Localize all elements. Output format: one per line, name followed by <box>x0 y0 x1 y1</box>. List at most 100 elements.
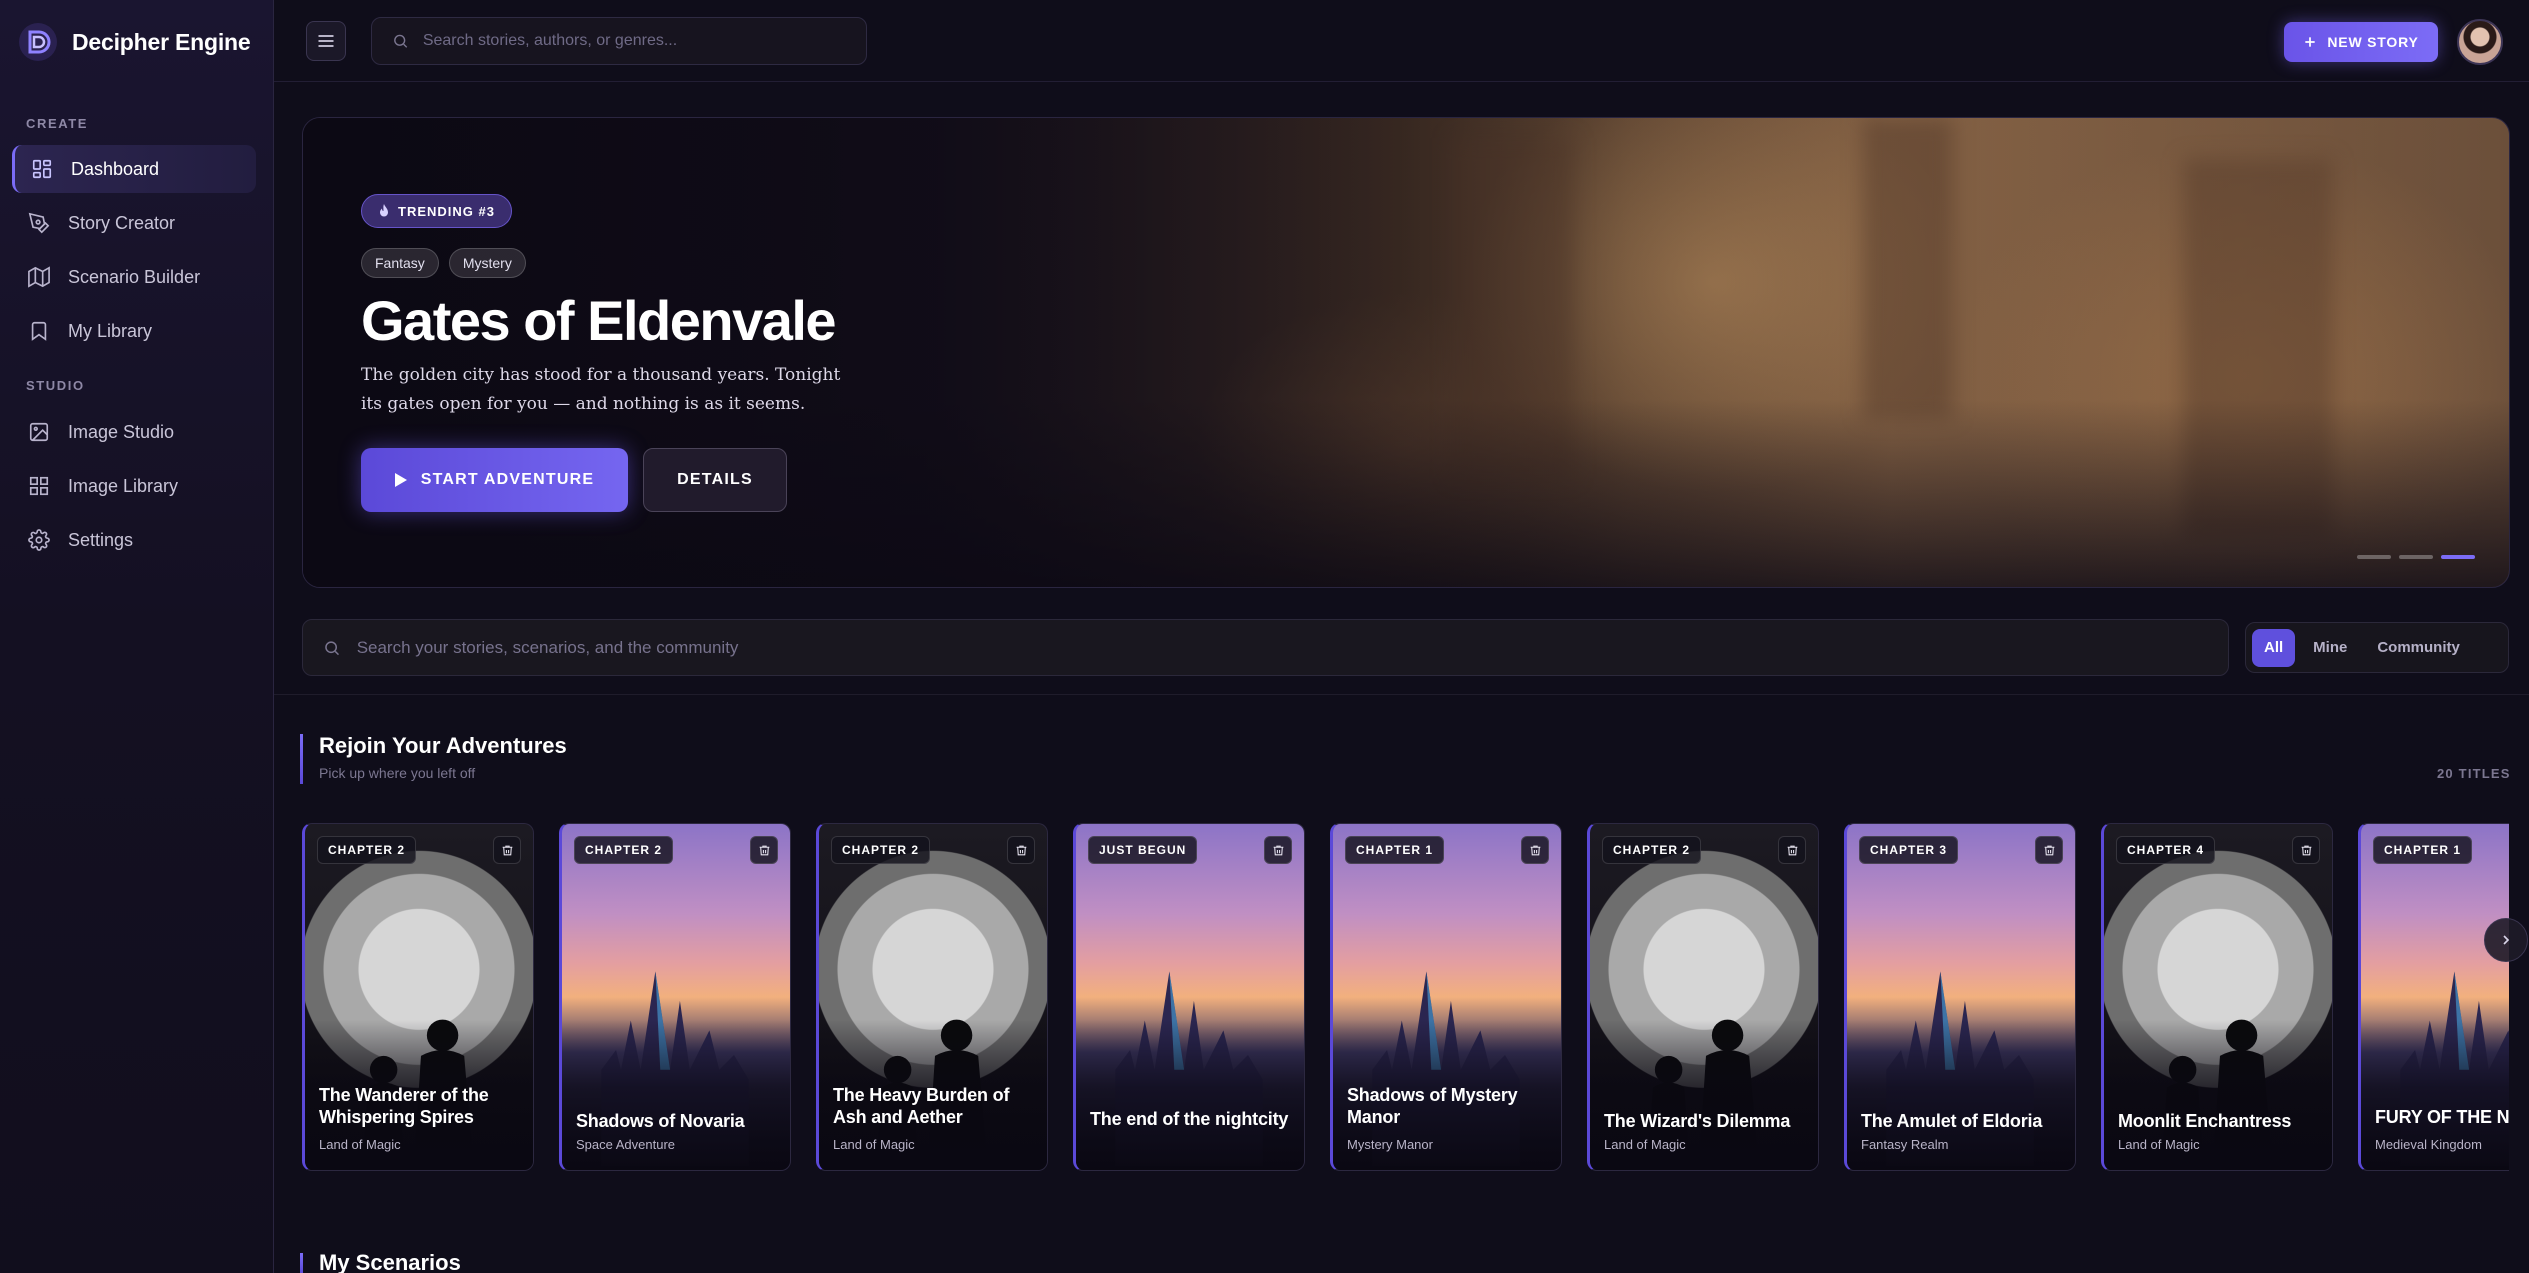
delete-button[interactable] <box>1521 836 1549 864</box>
card-title: Moonlit Enchantress <box>2118 1111 2292 1131</box>
delete-button[interactable] <box>2035 836 2063 864</box>
story-card[interactable]: CHAPTER 2 Shadows of Novaria Space Adven… <box>559 823 791 1171</box>
trash-icon <box>2301 845 2311 855</box>
sidebar-item-settings[interactable]: Settings <box>12 516 256 564</box>
user-avatar[interactable] <box>2457 19 2503 65</box>
play-icon <box>394 473 407 487</box>
section-accent-bar <box>300 1253 303 1273</box>
story-card[interactable]: CHAPTER 2 The Wanderer of the Whispering… <box>302 823 534 1171</box>
card-title: The Heavy Burden of Ash and Aether <box>833 1085 1010 1127</box>
chapter-badge: CHAPTER 2 <box>574 836 674 864</box>
card-world: Land of Magic <box>1604 1137 1686 1152</box>
sidebar-item-label: Dashboard <box>71 158 160 179</box>
genre-tag[interactable]: Mystery <box>448 248 526 278</box>
trash-icon <box>502 845 512 855</box>
brand[interactable]: Decipher Engine <box>18 22 251 62</box>
story-card[interactable]: CHAPTER 2 The Wizard's Dilemma Land of M… <box>1587 823 1819 1171</box>
top-search-input[interactable] <box>422 32 866 50</box>
card-world: Medieval Kingdom <box>2375 1137 2482 1152</box>
rejoin-title: Rejoin Your Adventures <box>319 733 567 758</box>
start-adventure-button[interactable]: START ADVENTURE <box>361 448 628 512</box>
story-card[interactable]: JUST BEGUN The end of the nightcity <box>1073 823 1305 1171</box>
sidebar-item-label: Story Creator <box>68 212 176 233</box>
flame-icon <box>380 204 388 217</box>
card-world: Mystery Manor <box>1347 1137 1433 1152</box>
card-world: Land of Magic <box>319 1137 401 1152</box>
chapter-badge: CHAPTER 3 <box>1859 836 1959 864</box>
brand-name: Decipher Engine <box>72 28 251 55</box>
main-search-input[interactable] <box>356 637 2228 658</box>
trash-icon <box>1530 845 1540 855</box>
filter-all[interactable]: All <box>2252 628 2296 667</box>
new-story-label: NEW STORY <box>2327 34 2419 50</box>
bookmark-icon <box>31 321 47 341</box>
image-icon <box>29 422 49 442</box>
carousel-next-button[interactable] <box>2484 918 2528 962</box>
section-label-create: CREATE <box>26 116 89 131</box>
card-title: The Wanderer of the Whispering Spires <box>319 1085 489 1127</box>
delete-button[interactable] <box>1264 836 1292 864</box>
sidebar-item-story-creator[interactable]: Story Creator <box>12 199 256 247</box>
hamburger-icon <box>318 35 334 47</box>
sidebar-item-label: Image Studio <box>68 421 175 442</box>
details-button[interactable]: DETAILS <box>643 448 787 512</box>
filter-community[interactable]: Community <box>2365 629 2472 667</box>
filter-mine[interactable]: Mine <box>2301 629 2359 667</box>
card-fade <box>1076 1020 1304 1170</box>
card-world: Land of Magic <box>833 1137 915 1152</box>
search-icon <box>394 34 408 48</box>
start-adventure-label: START ADVENTURE <box>420 471 595 488</box>
sidebar-item-image-studio[interactable]: Image Studio <box>12 408 256 456</box>
hero-genres: Fantasy Mystery <box>361 248 526 278</box>
carousel-dot[interactable] <box>2357 555 2391 559</box>
sidebar-item-image-library[interactable]: Image Library <box>12 462 256 510</box>
carousel-dot-active[interactable] <box>2441 555 2475 559</box>
new-story-button[interactable]: NEW STORY <box>2284 22 2438 62</box>
story-card[interactable]: CHAPTER 4 Moonlit Enchantress Land of Ma… <box>2101 823 2333 1171</box>
card-title: Shadows of Novaria <box>576 1111 745 1131</box>
details-label: DETAILS <box>677 471 753 488</box>
section-accent-bar <box>300 734 303 784</box>
sidebar-item-dashboard[interactable]: Dashboard <box>12 145 256 193</box>
gear-icon <box>28 529 50 551</box>
trash-icon <box>759 845 769 855</box>
chapter-badge: CHAPTER 2 <box>831 836 931 864</box>
section-label-studio: STUDIO <box>26 378 85 393</box>
chapter-badge: CHAPTER 2 <box>1602 836 1702 864</box>
sidebar: Decipher Engine CREATE Dashboard Story C… <box>0 0 274 1273</box>
chapter-badge: JUST BEGUN <box>1088 836 1198 864</box>
genre-tag[interactable]: Fantasy <box>361 248 439 278</box>
top-search-box[interactable] <box>371 17 867 65</box>
decipher-logo-icon <box>19 23 57 61</box>
hero-title: Gates of Eldenvale <box>361 289 837 352</box>
grid-icon <box>29 476 49 496</box>
card-title: The end of the nightcity <box>1090 1109 1289 1129</box>
delete-button[interactable] <box>1778 836 1806 864</box>
menu-toggle-button[interactable] <box>306 21 346 61</box>
carousel-dots <box>2357 555 2475 559</box>
search-icon <box>325 640 339 655</box>
filter-tabs: All Mine Community <box>2245 622 2509 673</box>
sidebar-item-my-library[interactable]: My Library <box>12 307 256 355</box>
sidebar-item-label: Settings <box>68 529 134 550</box>
delete-button[interactable] <box>1007 836 1035 864</box>
adventure-carousel: CHAPTER 2 The Wanderer of the Whispering… <box>302 823 2509 1173</box>
chapter-badge: CHAPTER 4 <box>2116 836 2216 864</box>
sidebar-item-label: Scenario Builder <box>68 266 201 287</box>
carousel-dot[interactable] <box>2399 555 2433 559</box>
delete-button[interactable] <box>2292 836 2320 864</box>
delete-button[interactable] <box>750 836 778 864</box>
card-world: Land of Magic <box>2118 1137 2200 1152</box>
story-card[interactable]: CHAPTER 2 The Heavy Burden of Ash and Ae… <box>816 823 1048 1171</box>
dashboard-grid-icon <box>32 159 52 179</box>
sidebar-item-label: My Library <box>68 320 153 341</box>
sidebar-item-scenario-builder[interactable]: Scenario Builder <box>12 253 256 301</box>
card-title: Shadows of Mystery Manor <box>1347 1085 1518 1127</box>
story-card[interactable]: CHAPTER 1 Shadows of Mystery Manor Myste… <box>1330 823 1562 1171</box>
main-search-box[interactable] <box>302 619 2229 676</box>
card-title: The Wizard's Dilemma <box>1604 1111 1791 1131</box>
delete-button[interactable] <box>493 836 521 864</box>
story-card[interactable]: CHAPTER 1 FURY OF THE NORTH WIND Medieva… <box>2358 823 2509 1171</box>
story-card[interactable]: CHAPTER 3 The Amulet of Eldoria Fantasy … <box>1844 823 2076 1171</box>
chapter-badge: CHAPTER 1 <box>1345 836 1445 864</box>
